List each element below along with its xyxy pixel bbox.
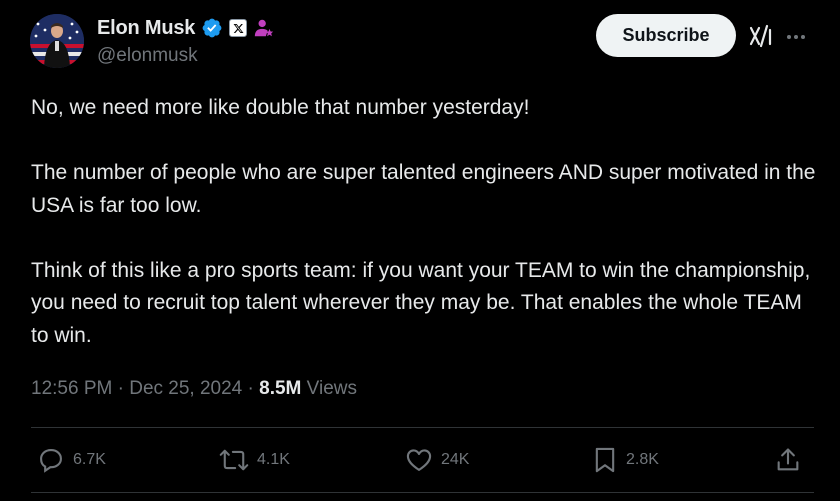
author-handle[interactable]: @elonmusk: [97, 45, 198, 67]
tweet-text: No, we need more like double that number…: [31, 92, 821, 352]
repost-icon: [219, 446, 249, 474]
x-logo-icon[interactable]: [229, 19, 248, 37]
reply-button[interactable]: 6.7K: [37, 445, 106, 475]
display-name[interactable]: Elon Musk: [97, 17, 195, 40]
share-button[interactable]: [774, 445, 802, 475]
bookmark-button[interactable]: 2.8K: [592, 445, 659, 475]
tweet-time[interactable]: 12:56 PM: [31, 378, 112, 400]
bookmark-count: 2.8K: [626, 451, 659, 468]
views-label: Views: [306, 378, 358, 399]
repost-button[interactable]: 4.1K: [219, 445, 290, 475]
tweet-paragraph: Think of this like a pro sports team: if…: [31, 258, 811, 347]
meta-separator: ·: [112, 378, 130, 399]
tweet-paragraph: The number of people who are super talen…: [31, 161, 816, 217]
affiliate-icon[interactable]: [253, 17, 275, 39]
share-icon: [774, 446, 802, 474]
like-count: 24K: [441, 451, 470, 468]
meta-separator: ·: [242, 378, 260, 399]
repost-count: 4.1K: [257, 451, 290, 468]
tweet-paragraph: No, we need more like double that number…: [31, 96, 530, 119]
subscribe-button[interactable]: Subscribe: [596, 14, 736, 57]
reply-icon: [37, 446, 65, 474]
heart-icon: [405, 446, 433, 474]
tweet-meta: 12:56 PM · Dec 25, 2024 · 8.5M Views: [31, 378, 357, 400]
bookmark-icon: [592, 446, 618, 474]
views-count: 8.5M: [259, 378, 302, 399]
more-options-icon[interactable]: [784, 25, 808, 49]
avatar[interactable]: [30, 14, 84, 68]
verified-icon[interactable]: [201, 17, 223, 39]
grok-icon[interactable]: [749, 24, 773, 48]
author-name-row: Elon Musk: [97, 14, 275, 42]
divider: [31, 427, 814, 428]
reply-count: 6.7K: [73, 451, 106, 468]
tweet-date[interactable]: Dec 25, 2024: [129, 378, 242, 400]
divider: [31, 492, 814, 493]
tweet-card: Elon Musk @elonmusk Subscribe No, we nee…: [0, 0, 840, 501]
like-button[interactable]: 24K: [405, 445, 469, 475]
